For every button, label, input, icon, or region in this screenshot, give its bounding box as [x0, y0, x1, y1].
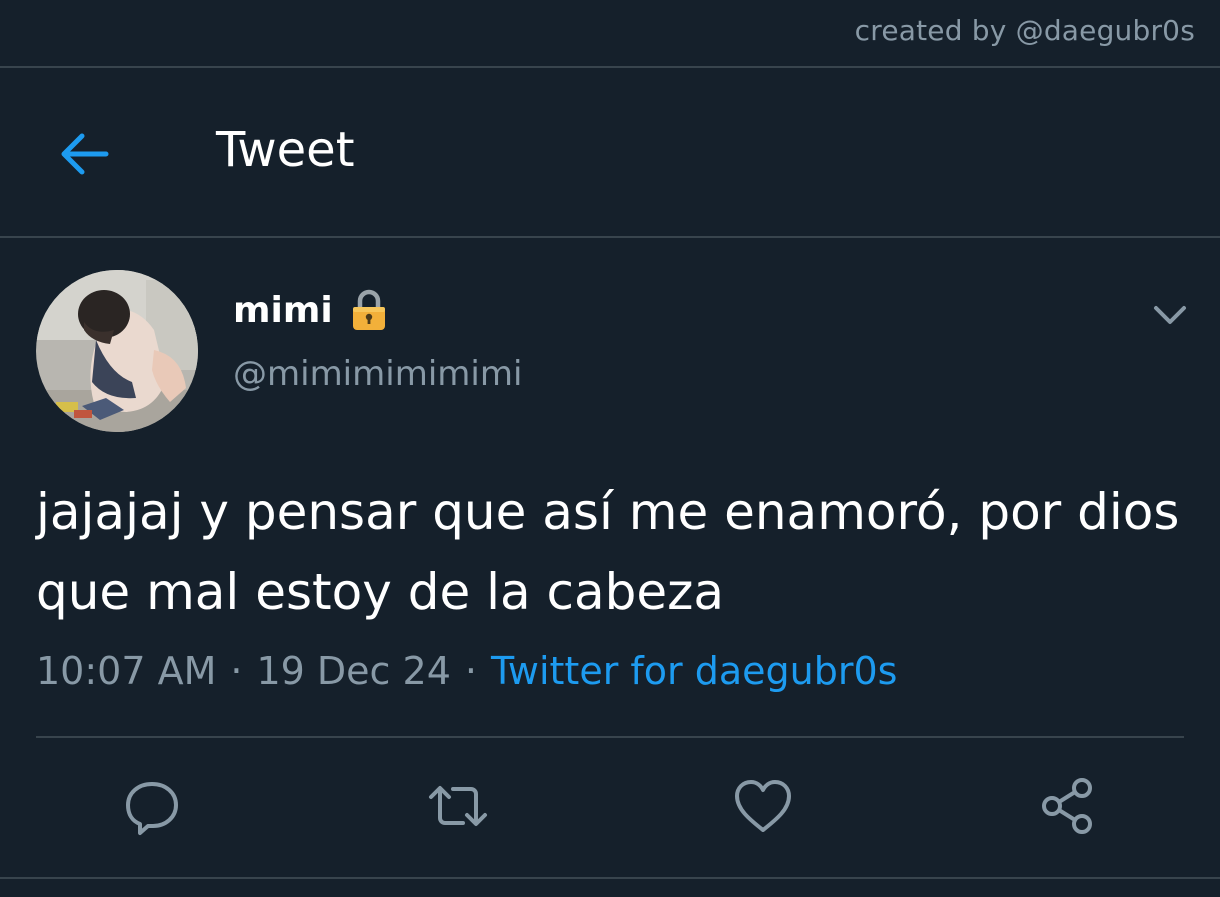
more-options-button[interactable] — [1150, 300, 1190, 330]
heart-icon — [735, 780, 791, 832]
actions-divider — [36, 736, 1184, 738]
page-title: Tweet — [216, 122, 355, 178]
meta-separator: · — [230, 649, 243, 693]
tweet-meta: 10:07 AM · 19 Dec 24 · Twitter for daegubr0s — [36, 649, 897, 693]
top-divider — [0, 66, 1220, 68]
share-button[interactable] — [1036, 774, 1100, 838]
author-handle: @mimimimimimi — [233, 354, 523, 394]
avatar-photo — [36, 270, 198, 432]
chevron-down-icon — [1154, 306, 1186, 324]
tweet-detail-screen: created by @daegubr0s Tweet mimi @mimimi… — [0, 0, 1220, 897]
like-button[interactable] — [731, 774, 795, 838]
author-name-row[interactable]: mimi — [233, 288, 389, 332]
back-button[interactable] — [56, 130, 112, 178]
share-icon — [1042, 778, 1092, 834]
watermark-credit: created by @daegubr0s — [854, 14, 1195, 47]
bottom-divider — [0, 877, 1220, 879]
tweet-date: 19 Dec 24 — [256, 649, 451, 693]
tweet-time: 10:07 AM — [36, 649, 217, 693]
reply-icon — [126, 782, 178, 835]
header-divider — [0, 236, 1220, 238]
arrow-left-icon — [61, 133, 109, 175]
retweet-icon — [429, 786, 487, 826]
retweet-button[interactable] — [426, 774, 490, 838]
tweet-source-link[interactable]: Twitter for daegubr0s — [491, 649, 897, 693]
lock-icon — [352, 289, 385, 330]
author-display-name: mimi — [233, 289, 333, 331]
avatar[interactable] — [36, 270, 198, 432]
tweet-text: jajajaj y pensar que así me enamoró, por… — [36, 483, 1180, 621]
meta-separator: · — [464, 649, 477, 693]
reply-button[interactable] — [120, 774, 184, 838]
